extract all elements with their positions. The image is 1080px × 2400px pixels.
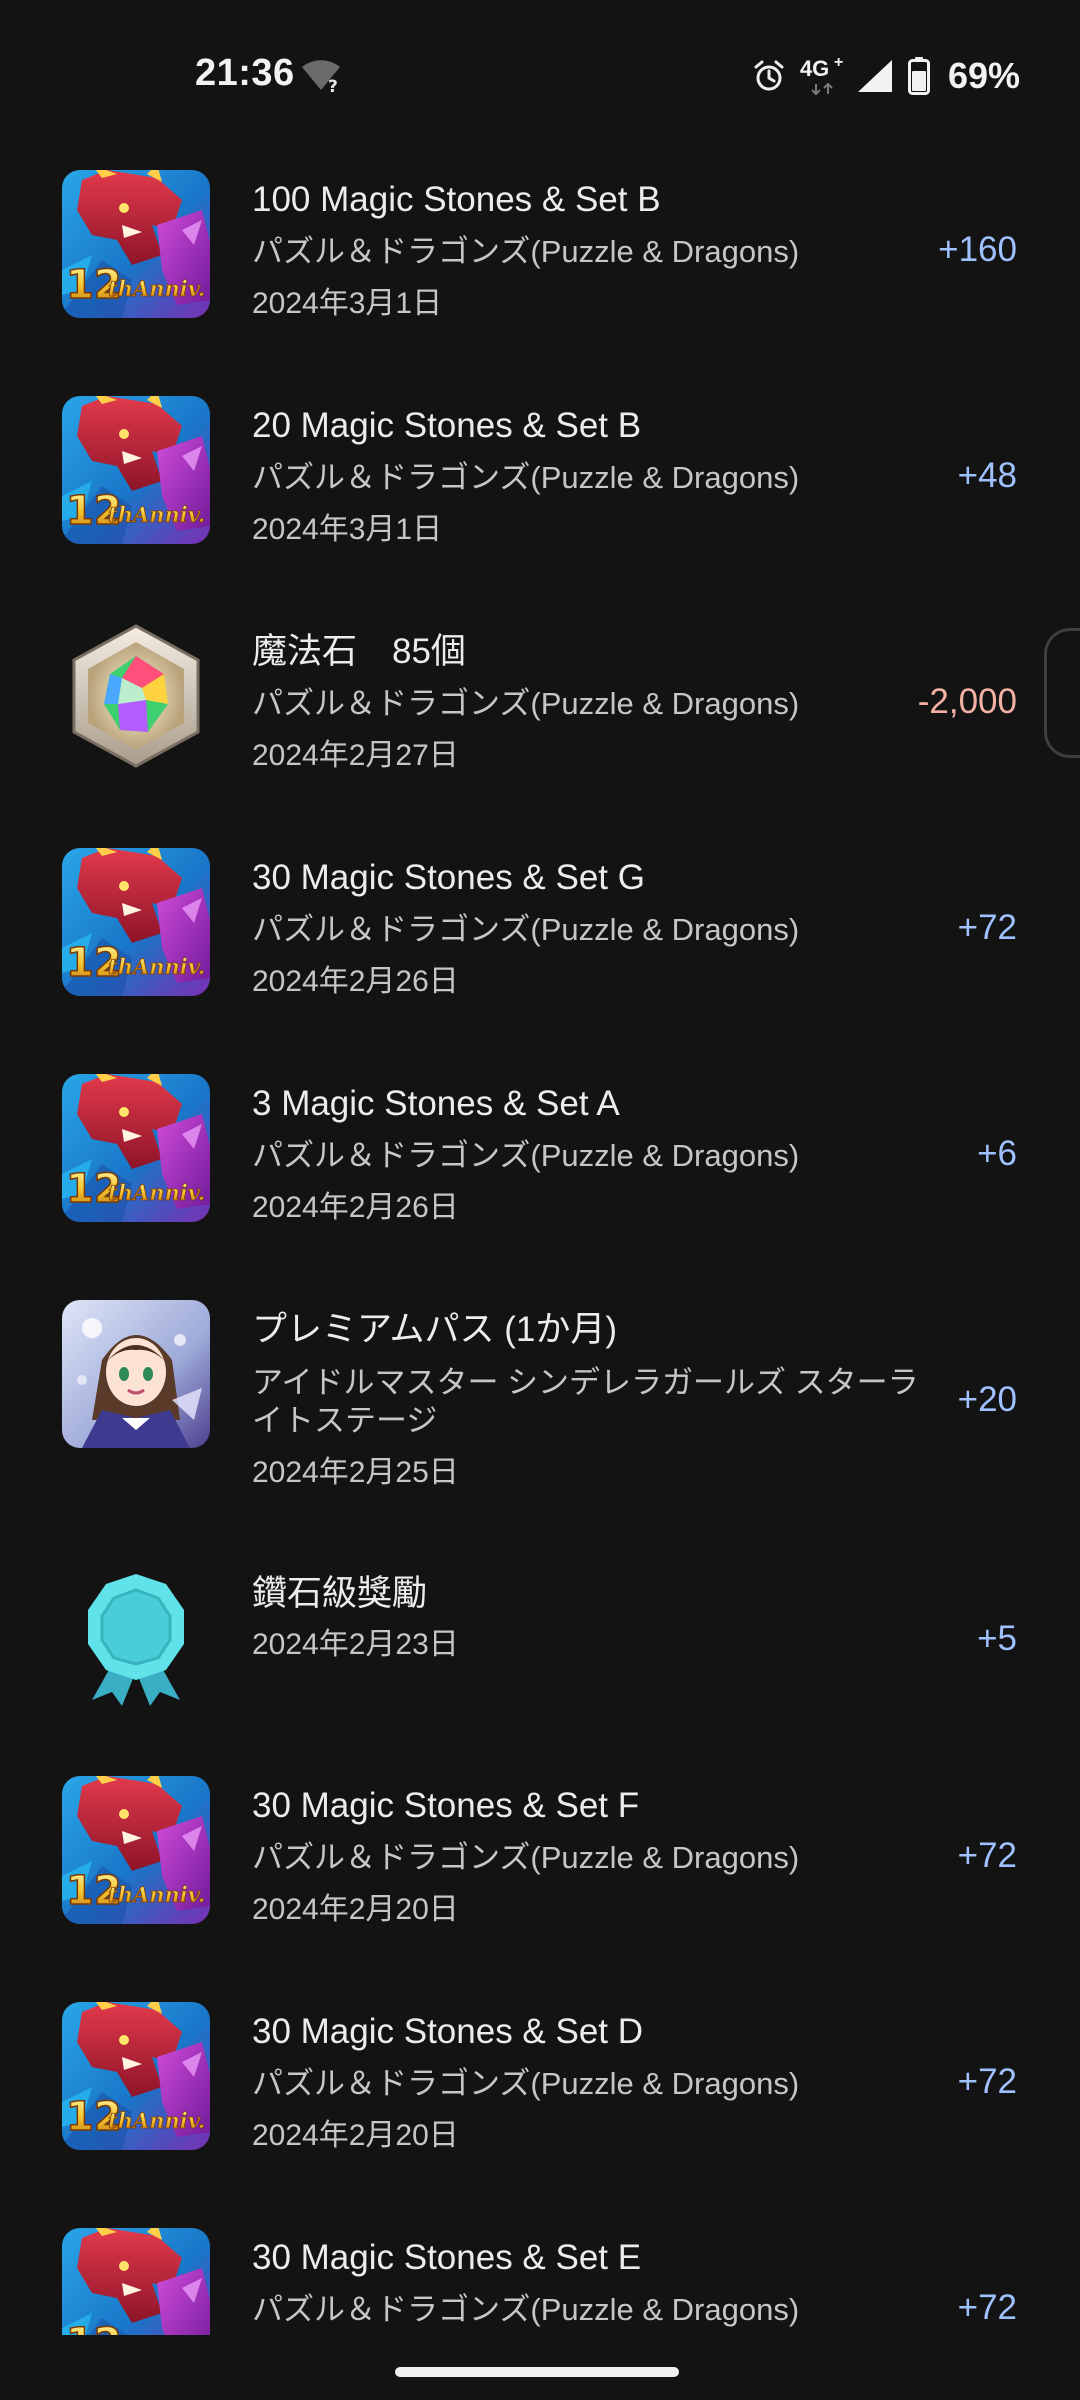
transaction-row[interactable]: 鑽石級獎勵 2024年2月23日 +5 <box>0 1564 1080 1750</box>
transaction-title: 魔法石 85個 <box>252 632 466 671</box>
transaction-app: パズル＆ドラゴンズ(Puzzle & Dragons) <box>252 912 800 947</box>
transaction-amount: +72 <box>957 908 1017 947</box>
transaction-app: パズル＆ドラゴンズ(Puzzle & Dragons) <box>252 1138 800 1173</box>
transaction-row[interactable]: 100 Magic Stones & Set B パズル＆ドラゴンズ(Puzzl… <box>0 170 1080 396</box>
transaction-app: パズル＆ドラゴンズ(Puzzle & Dragons) <box>252 2292 800 2327</box>
transaction-title: 30 Magic Stones & Set D <box>252 2012 644 2051</box>
diamond-tier-badge-icon <box>88 1574 184 1706</box>
transaction-date: 2024年2月20日 <box>252 2119 459 2152</box>
transaction-title: 20 Magic Stones & Set B <box>252 406 642 445</box>
transaction-app-line: イトステージ <box>252 1403 438 1438</box>
transaction-amount: +72 <box>957 2062 1017 2101</box>
puzzle-dragons-12th-app-icon <box>62 1776 210 1924</box>
transaction-row[interactable]: 30 Magic Stones & Set E パズル＆ドラゴンズ(Puzzle… <box>0 2228 1080 2335</box>
transaction-date: 2024年2月27日 <box>252 739 459 772</box>
puzzle-dragons-12th-app-icon <box>62 2002 210 2150</box>
transaction-date: 2024年2月26日 <box>252 965 459 998</box>
transaction-app: パズル＆ドラゴンズ(Puzzle & Dragons) <box>252 460 800 495</box>
transaction-row[interactable]: プレミアムパス (1か月) アイドルマスター シンデレラガールズ スターラ イト… <box>0 1300 1080 1564</box>
transaction-date: 2024年2月26日 <box>252 1191 459 1224</box>
transaction-date: 2024年2月25日 <box>252 1456 459 1489</box>
transaction-list[interactable]: 100 Magic Stones & Set B パズル＆ドラゴンズ(Puzzl… <box>0 0 1080 2335</box>
idolmaster-starlight-app-icon <box>62 1300 210 1448</box>
transaction-app-line: アイドルマスター シンデレラガールズ スターラ <box>252 1365 919 1400</box>
transaction-date: 2024年3月1日 <box>252 513 443 546</box>
puzzle-dragons-12th-app-icon <box>62 170 210 318</box>
transaction-date: 2024年2月20日 <box>252 1893 459 1926</box>
transaction-date: 2024年3月1日 <box>252 287 443 320</box>
transaction-amount: +160 <box>938 230 1017 269</box>
transaction-row[interactable]: 30 Magic Stones & Set F パズル＆ドラゴンズ(Puzzle… <box>0 1776 1080 2002</box>
puzzle-dragons-12th-app-icon <box>62 848 210 996</box>
transaction-title: 鑽石級獎勵 <box>252 1574 428 1613</box>
magic-stone-icon <box>72 624 200 768</box>
transaction-amount: -2,000 <box>917 682 1017 721</box>
transaction-amount: +48 <box>957 456 1017 495</box>
transaction-amount: +20 <box>957 1380 1017 1419</box>
transaction-amount: +72 <box>957 2288 1017 2327</box>
transaction-title: 30 Magic Stones & Set E <box>252 2238 642 2277</box>
transaction-title: 30 Magic Stones & Set F <box>252 1786 640 1825</box>
transaction-app: パズル＆ドラゴンズ(Puzzle & Dragons) <box>252 1840 800 1875</box>
transaction-amount: +72 <box>957 1836 1017 1875</box>
transaction-row[interactable]: 魔法石 85個 パズル＆ドラゴンズ(Puzzle & Dragons) 2024… <box>0 622 1080 848</box>
edge-panel-handle[interactable] <box>1044 628 1080 758</box>
transaction-app: パズル＆ドラゴンズ(Puzzle & Dragons) <box>252 2066 800 2101</box>
transaction-title: 3 Magic Stones & Set A <box>252 1084 620 1123</box>
transaction-title: 100 Magic Stones & Set B <box>252 180 661 219</box>
transaction-row[interactable]: 30 Magic Stones & Set D パズル＆ドラゴンズ(Puzzle… <box>0 2002 1080 2228</box>
transaction-row[interactable]: 3 Magic Stones & Set A パズル＆ドラゴンズ(Puzzle … <box>0 1074 1080 1300</box>
transaction-amount: +6 <box>977 1134 1017 1173</box>
transaction-date: 2024年2月23日 <box>252 1628 459 1661</box>
puzzle-dragons-12th-app-icon <box>62 396 210 544</box>
transaction-app: パズル＆ドラゴンズ(Puzzle & Dragons) <box>252 686 800 721</box>
transaction-amount: +5 <box>977 1619 1017 1658</box>
transaction-row[interactable]: 20 Magic Stones & Set B パズル＆ドラゴンズ(Puzzle… <box>0 396 1080 622</box>
transaction-title: 30 Magic Stones & Set G <box>252 858 645 897</box>
transaction-app: アイドルマスター シンデレラガールズ スターラ イトステージ <box>252 1364 932 1440</box>
puzzle-dragons-12th-app-icon <box>62 2228 210 2335</box>
transaction-app: パズル＆ドラゴンズ(Puzzle & Dragons) <box>252 234 800 269</box>
gesture-navigation-bar[interactable] <box>395 2367 679 2377</box>
transaction-row[interactable]: 30 Magic Stones & Set G パズル＆ドラゴンズ(Puzzle… <box>0 848 1080 1074</box>
puzzle-dragons-12th-app-icon <box>62 1074 210 1222</box>
transaction-title: プレミアムパス (1か月) <box>252 1310 618 1349</box>
